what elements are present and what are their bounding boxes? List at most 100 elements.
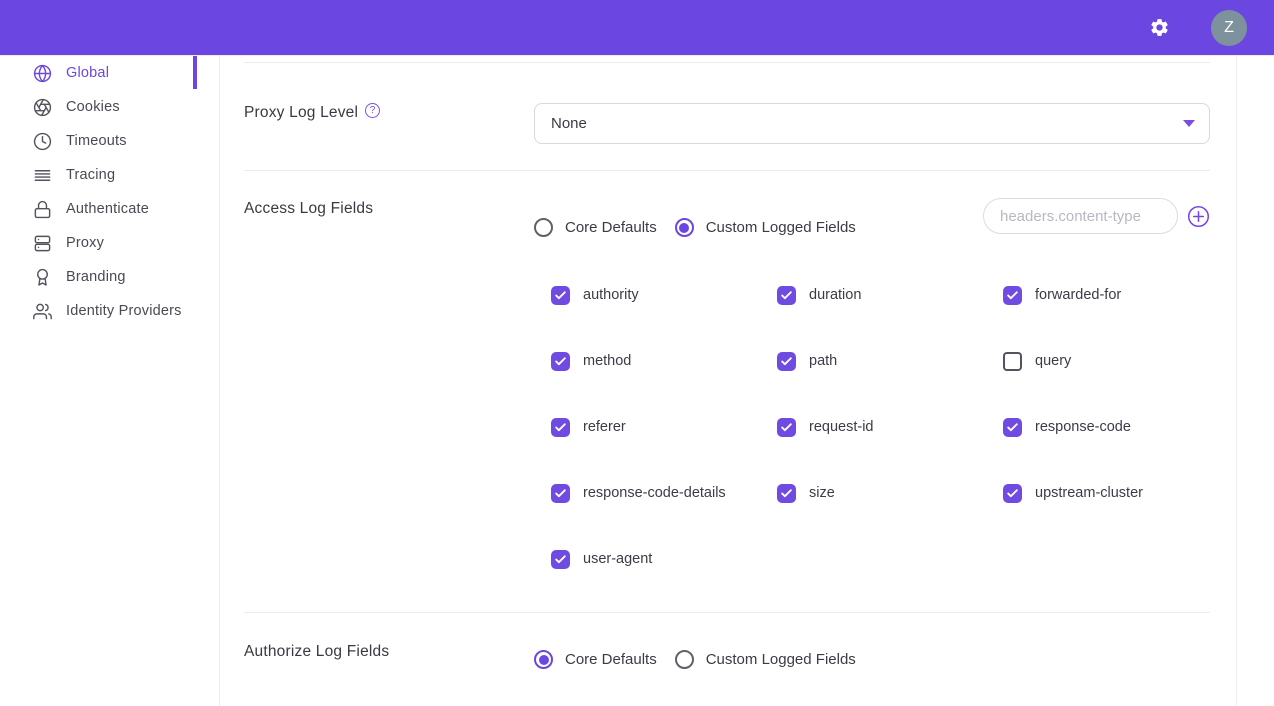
proxy-log-level-label-row: Proxy Log Level?	[244, 63, 534, 122]
lines-icon	[33, 166, 52, 185]
sidebar-item-authenticate[interactable]: Authenticate	[0, 192, 219, 226]
log-field-checkbox[interactable]: authority	[551, 285, 777, 305]
access-log-fields-section: Access Log Fields Core Defaults Custom L…	[244, 171, 1210, 569]
gear-icon	[1149, 17, 1170, 38]
log-field-checkbox[interactable]: user-agent	[551, 549, 777, 569]
radio-icon	[675, 218, 694, 237]
sidebar-item-label: Branding	[66, 269, 126, 285]
sidebar-item-label: Tracing	[66, 167, 115, 183]
access-log-fields-label: Access Log Fields	[244, 171, 534, 218]
log-field-checkbox[interactable]: query	[1003, 351, 1210, 371]
log-field-checkbox[interactable]: request-id	[777, 417, 1003, 437]
checkbox-icon	[1003, 418, 1022, 437]
radio-option[interactable]: Core Defaults	[534, 650, 657, 669]
sidebar-item-global[interactable]: Global	[0, 56, 219, 90]
radio-option-label: Core Defaults	[565, 651, 657, 668]
checkbox-icon	[777, 484, 796, 503]
log-field-checkbox[interactable]: referer	[551, 417, 777, 437]
log-field-label: duration	[809, 287, 861, 303]
checkbox-icon	[777, 418, 796, 437]
add-field-control	[983, 198, 1210, 234]
radio-option-label: Custom Logged Fields	[706, 219, 856, 236]
log-field-label: query	[1035, 353, 1071, 369]
log-field-label: user-agent	[583, 551, 652, 567]
log-field-label: size	[809, 485, 835, 501]
log-field-label: response-code	[1035, 419, 1131, 435]
active-indicator	[193, 56, 197, 89]
checkbox-icon	[777, 352, 796, 371]
server-icon	[33, 234, 52, 253]
proxy-log-level-value: None	[551, 115, 587, 132]
sidebar-item-label: Proxy	[66, 235, 104, 251]
aperture-icon	[33, 98, 52, 117]
settings-content: Proxy Log Level? None Access Log Fields …	[220, 56, 1237, 706]
proxy-log-level-label: Proxy Log Level	[244, 104, 358, 121]
sidebar-item-tracing[interactable]: Tracing	[0, 158, 219, 192]
radio-option[interactable]: Custom Logged Fields	[675, 650, 856, 669]
authorize-log-fields-label: Authorize Log Fields	[244, 613, 534, 661]
sidebar-item-branding[interactable]: Branding	[0, 260, 219, 294]
sidebar-item-timeouts[interactable]: Timeouts	[0, 124, 219, 158]
checkbox-icon	[551, 352, 570, 371]
checkbox-icon	[551, 484, 570, 503]
log-field-checkbox[interactable]: response-code-details	[551, 483, 777, 503]
add-field-input[interactable]	[983, 198, 1178, 234]
sidebar: Global Cookies Timeouts Tracing Authenti…	[0, 56, 220, 706]
help-icon[interactable]: ?	[365, 103, 380, 118]
authorize-log-fields-radio-group: Core Defaults Custom Logged Fields	[534, 650, 1210, 669]
radio-option-label: Core Defaults	[565, 219, 657, 236]
log-field-label: authority	[583, 287, 639, 303]
radio-icon	[675, 650, 694, 669]
sidebar-item-label: Global	[66, 65, 109, 81]
log-field-label: referer	[583, 419, 626, 435]
access-log-fields-radio-group: Core Defaults Custom Logged Fields	[534, 218, 856, 237]
add-field-button[interactable]	[1187, 205, 1210, 228]
top-bar: Z	[0, 0, 1274, 56]
radio-icon	[534, 218, 553, 237]
sidebar-item-label: Authenticate	[66, 201, 149, 217]
globe-icon	[33, 64, 52, 83]
radio-option-label: Custom Logged Fields	[706, 651, 856, 668]
log-field-label: response-code-details	[583, 485, 726, 501]
checkbox-icon	[551, 550, 570, 569]
radio-option[interactable]: Custom Logged Fields	[675, 218, 856, 237]
sidebar-item-cookies[interactable]: Cookies	[0, 90, 219, 124]
log-field-checkbox[interactable]: duration	[777, 285, 1003, 305]
log-field-checkbox[interactable]: forwarded-for	[1003, 285, 1210, 305]
log-field-checkbox[interactable]: method	[551, 351, 777, 371]
checkbox-icon	[1003, 352, 1022, 371]
checkbox-icon	[551, 286, 570, 305]
sidebar-item-label: Identity Providers	[66, 303, 182, 319]
log-field-label: method	[583, 353, 631, 369]
authorize-log-fields-section: Authorize Log Fields Core Defaults Custo…	[244, 613, 1210, 669]
user-avatar[interactable]: Z	[1211, 10, 1247, 46]
settings-gear-button[interactable]	[1148, 17, 1170, 39]
checkbox-icon	[777, 286, 796, 305]
radio-icon	[534, 650, 553, 669]
chevron-down-icon	[1183, 120, 1195, 127]
log-field-label: request-id	[809, 419, 873, 435]
plus-circle-icon	[1187, 205, 1210, 228]
checkbox-icon	[1003, 484, 1022, 503]
sidebar-item-label: Timeouts	[66, 133, 127, 149]
log-field-checkbox[interactable]: size	[777, 483, 1003, 503]
log-field-checkbox[interactable]: path	[777, 351, 1003, 371]
clock-icon	[33, 132, 52, 151]
proxy-log-level-section: Proxy Log Level? None	[244, 63, 1210, 144]
award-icon	[33, 268, 52, 287]
checkbox-icon	[1003, 286, 1022, 305]
checkbox-icon	[551, 418, 570, 437]
radio-option[interactable]: Core Defaults	[534, 218, 657, 237]
access-log-fields-controls: Core Defaults Custom Logged Fields	[534, 198, 1210, 237]
log-field-label: upstream-cluster	[1035, 485, 1143, 501]
log-field-label: path	[809, 353, 837, 369]
log-field-checkbox[interactable]: response-code	[1003, 417, 1210, 437]
lock-icon	[33, 200, 52, 219]
log-field-label: forwarded-for	[1035, 287, 1121, 303]
sidebar-item-identity-providers[interactable]: Identity Providers	[0, 294, 219, 328]
sidebar-item-proxy[interactable]: Proxy	[0, 226, 219, 260]
users-icon	[33, 302, 52, 321]
sidebar-item-label: Cookies	[66, 99, 120, 115]
log-field-checkbox[interactable]: upstream-cluster	[1003, 483, 1210, 503]
proxy-log-level-select[interactable]: None	[534, 103, 1210, 144]
